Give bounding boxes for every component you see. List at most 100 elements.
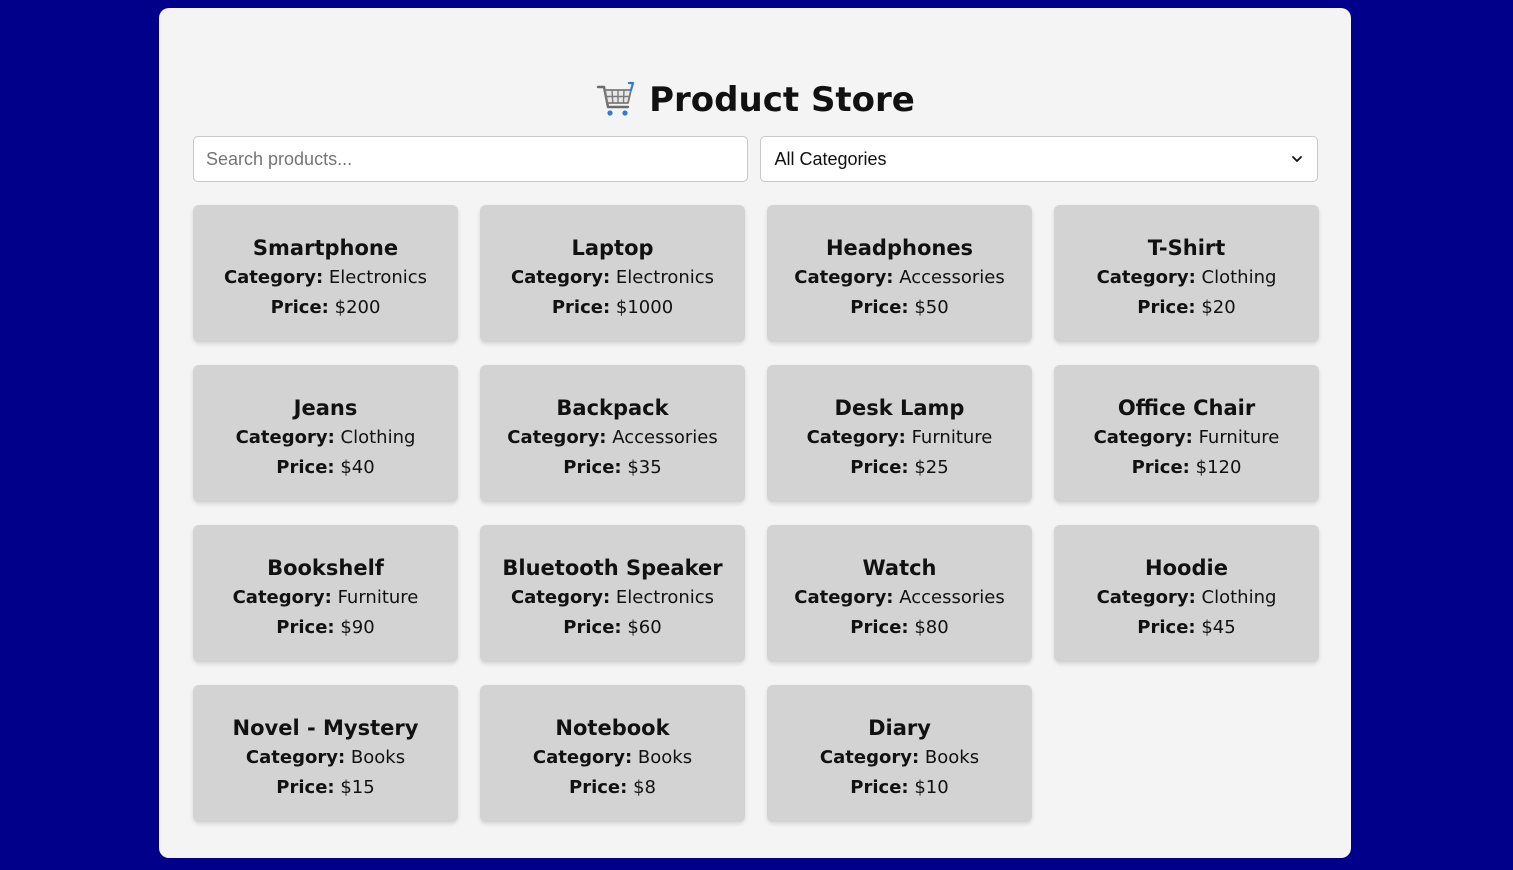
category-label: Category: [235,427,335,448]
product-card[interactable]: Notebook Category: Books Price: $8 [480,685,745,822]
product-price-line: Price: $1000 [480,293,745,323]
product-name: Notebook [555,716,670,740]
product-card[interactable]: Backpack Category: Accessories Price: $35 [480,365,745,502]
product-price: $200 [334,297,381,318]
category-label: Category: [1096,587,1196,608]
product-price-line: Price: $35 [480,453,745,483]
category-label: Category: [794,587,894,608]
price-label: Price: [850,457,909,478]
price-label: Price: [850,297,909,318]
category-label: Category: [223,267,324,288]
product-price: $80 [914,617,949,638]
price-label: Price: [563,617,622,638]
price-label: Price: [1137,297,1196,318]
product-card[interactable]: Jeans Category: Clothing Price: $40 [193,365,458,502]
price-label: Price: [276,777,335,798]
product-category-line: Category: Electronics [480,263,745,293]
product-card[interactable]: Office Chair Category: Furniture Price: $1… [1054,365,1319,502]
category-label: Category: [507,427,607,448]
product-price-line: Price: $50 [767,293,1032,323]
product-price: $15 [340,777,375,798]
product-card[interactable]: T-Shirt Category: Clothing Price: $20 [1054,205,1319,342]
category-select[interactable]: All Categories [759,136,1318,182]
price-label: Price: [850,777,909,798]
product-category: Furniture [1198,427,1280,448]
product-card[interactable]: Smartphone Category: Electronics Price: $2… [193,205,458,342]
product-grid: Smartphone Category: Electronics Price: $2… [193,205,1319,822]
product-category: Clothing [340,427,416,448]
product-card[interactable]: Bluetooth Speaker Category: Electronics Pr… [480,525,745,662]
product-price-line: Price: $10 [767,773,1032,803]
product-category: Accessories [899,587,1005,608]
product-name: Desk Lamp [834,396,965,420]
product-card[interactable]: Diary Category: Books Price: $10 [767,685,1032,822]
product-category-line: Category: Clothing [1054,583,1319,613]
product-name: Backpack [556,396,669,420]
product-name: Hoodie [1145,556,1228,580]
chevron-down-icon [1292,156,1302,162]
product-category: Electronics [615,267,715,288]
product-category: Electronics [328,267,428,288]
product-card[interactable]: Novel - Mystery Category: Books Price: $15 [193,685,458,822]
product-category-line: Category: Books [767,743,1032,773]
product-category-line: Category: Accessories [767,263,1032,293]
product-category-line: Category: Clothing [1054,263,1319,293]
category-label: Category: [806,427,906,448]
price-label: Price: [569,777,628,798]
price-label: Price: [270,297,329,318]
product-price-line: Price: $60 [480,613,745,643]
product-card[interactable]: Watch Category: Accessories Price: $80 [767,525,1032,662]
price-label: Price: [276,617,335,638]
product-category: Books [350,747,406,768]
product-name: Office Chair [1117,396,1256,420]
product-name: Bookshelf [267,556,384,580]
price-label: Price: [563,457,622,478]
product-card[interactable]: Hoodie Category: Clothing Price: $45 [1054,525,1319,662]
product-card[interactable]: Desk Lamp Category: Furniture Price: $25 [767,365,1032,502]
product-card[interactable]: Laptop Category: Electronics Price: $1000 [480,205,745,342]
product-category: Electronics [615,587,715,608]
product-price-line: Price: $120 [1054,453,1319,483]
product-name: Bluetooth Speaker [502,556,723,580]
product-price-line: Price: $25 [767,453,1032,483]
product-category-line: Category: Books [480,743,745,773]
product-name: T-Shirt [1147,236,1226,260]
product-card[interactable]: Bookshelf Category: Furniture Price: $90 [193,525,458,662]
product-name: Jeans [293,396,358,420]
product-card[interactable]: Headphones Category: Accessories Price: $5… [767,205,1032,342]
product-price-line: Price: $20 [1054,293,1319,323]
category-label: Category: [245,747,346,768]
product-category: Books [637,747,693,768]
product-category-line: Category: Furniture [193,583,458,613]
product-category: Furniture [911,427,993,448]
product-category-line: Category: Clothing [193,423,458,453]
price-label: Price: [850,617,909,638]
category-label: Category: [819,747,920,768]
product-name: Diary [868,716,931,740]
product-category-line: Category: Accessories [767,583,1032,613]
product-name: Watch [862,556,937,580]
price-label: Price: [276,457,335,478]
product-category-line: Category: Furniture [1054,423,1319,453]
product-price: $25 [914,457,949,478]
product-category: Clothing [1201,267,1277,288]
product-price: $10 [914,777,949,798]
product-price-line: Price: $80 [767,613,1032,643]
product-price-line: Price: $90 [193,613,458,643]
product-name: Laptop [571,236,654,260]
product-category: Accessories [899,267,1005,288]
product-price: $90 [340,617,375,638]
search-input[interactable] [193,136,748,182]
category-label: Category: [1096,267,1196,288]
product-price: $20 [1201,297,1236,318]
product-name: Smartphone [252,236,399,260]
product-name: Headphones [825,236,974,260]
product-category-line: Category: Electronics [193,263,458,293]
product-category-line: Category: Accessories [480,423,745,453]
product-price: $45 [1201,617,1236,638]
product-price: $35 [627,457,662,478]
product-price-line: Price: $40 [193,453,458,483]
price-label: Price: [1137,617,1196,638]
product-price: $40 [340,457,375,478]
product-price: $8 [633,777,656,798]
